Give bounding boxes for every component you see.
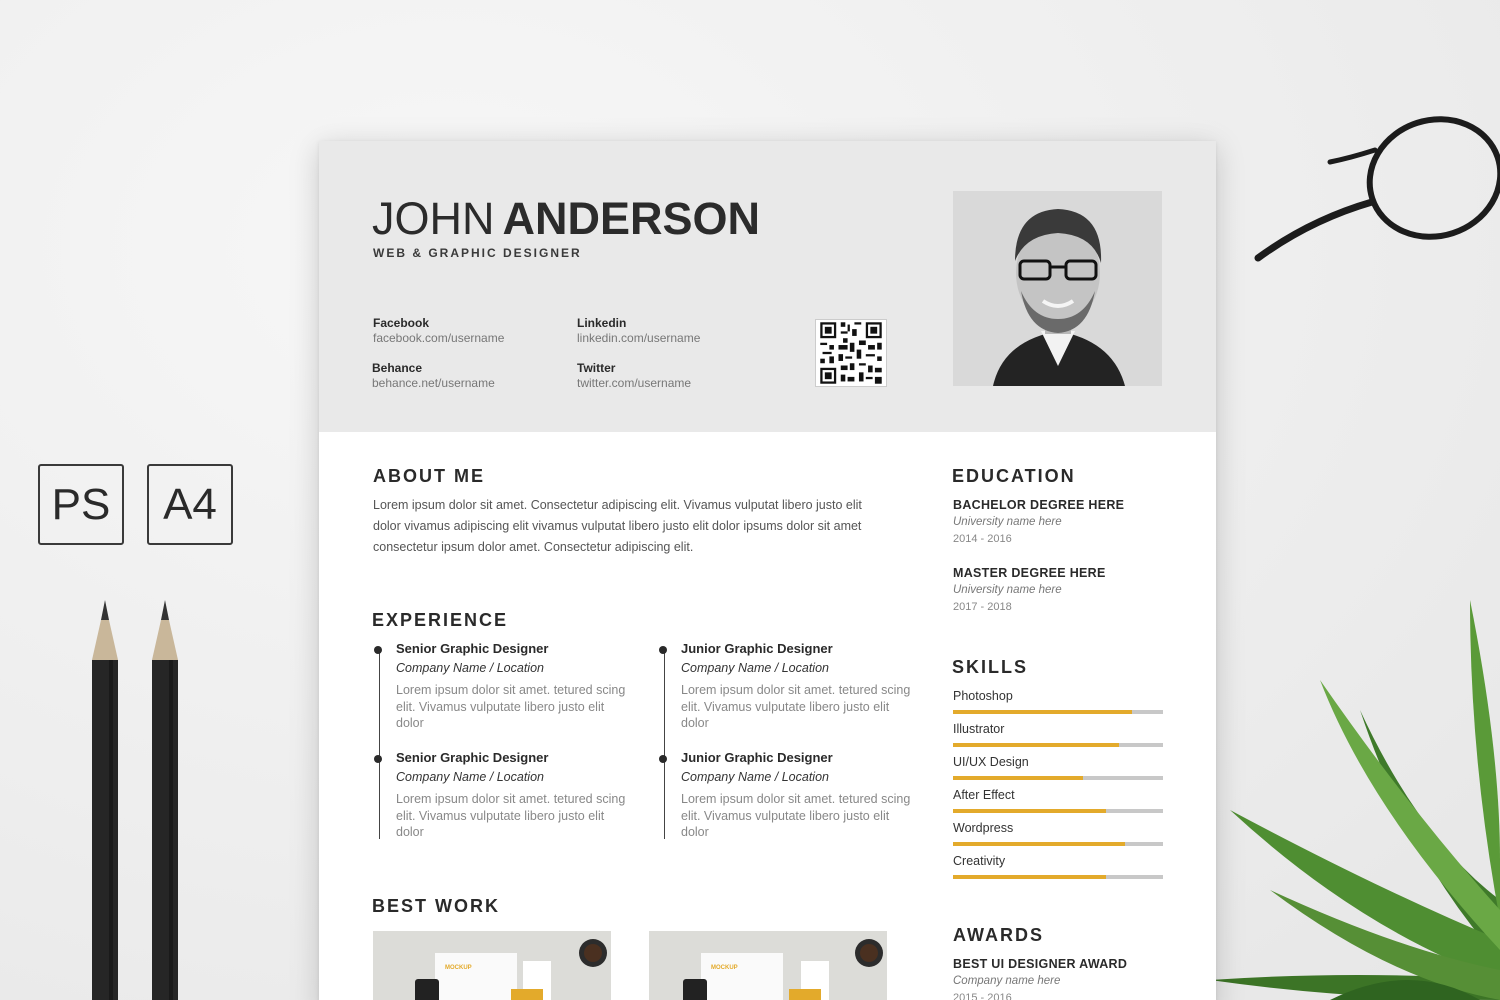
timeline-line	[379, 647, 380, 839]
glasses-icon	[1254, 116, 1500, 262]
ps-badge: PS	[38, 464, 124, 545]
experience-role: Senior Graphic Designer	[396, 750, 549, 765]
contact-label: Facebook	[373, 316, 430, 330]
pencil-icon	[92, 600, 118, 1000]
qr-code-icon	[815, 319, 887, 387]
skill-name: Creativity	[953, 854, 1006, 868]
skill-name: After Effect	[953, 788, 1015, 802]
skill-name: Photoshop	[953, 689, 1013, 703]
experience-item: Senior Graphic Designer Company Name / L…	[374, 641, 626, 732]
education-university: University name here	[953, 584, 1062, 596]
skill-name: UI/UX Design	[953, 755, 1029, 769]
contact-behance: Behance behance.net/username	[372, 361, 572, 390]
skill-bar-track	[953, 743, 1163, 747]
education-title: EDUCATION	[952, 466, 1076, 486]
timeline-line	[664, 647, 665, 839]
skill-name: Illustrator	[953, 722, 1005, 736]
education-university: University name here	[953, 516, 1062, 528]
contact-value: twitter.com/username	[577, 376, 692, 390]
education-degree: BACHELOR DEGREE HERE	[953, 498, 1125, 512]
profile-photo	[953, 191, 1162, 386]
experience-company: Company Name / Location	[681, 661, 829, 675]
ps-badge-label: PS	[51, 479, 111, 529]
award-name: BEST UI DESIGNER AWARD	[953, 957, 1128, 971]
skill-item: Photoshop	[953, 689, 1163, 714]
award-item: BEST UI DESIGNER AWARD Company name here…	[953, 957, 1127, 1000]
first-name: JOHN	[372, 193, 495, 244]
skill-bar-track	[953, 710, 1163, 714]
mockup-label: MOCKUP	[445, 965, 472, 971]
a4-badge: A4	[147, 464, 233, 545]
skill-bar-track	[953, 875, 1163, 879]
plant-icon	[1210, 600, 1500, 1000]
resume-page: JOHN ANDERSON WEB & GRAPHIC DESIGNER Face…	[319, 141, 1216, 1000]
experience-desc: Lorem ipsum dolor sit amet. tetured scin…	[396, 683, 626, 730]
experience-item: Junior Graphic Designer Company Name / L…	[659, 750, 911, 841]
experience-role: Junior Graphic Designer	[681, 750, 833, 765]
education-degree: MASTER DEGREE HERE	[953, 566, 1106, 580]
experience-company: Company Name / Location	[396, 661, 544, 675]
a4-badge-label: A4	[163, 479, 217, 529]
contact-facebook: Facebook facebook.com/username	[373, 316, 573, 345]
skills-title: SKILLS	[952, 657, 1029, 677]
candidate-name: JOHN ANDERSON	[372, 193, 760, 245]
skill-item: Wordpress	[953, 821, 1163, 846]
experience-desc: Lorem ipsum dolor sit amet. tetured scin…	[681, 683, 911, 730]
about-text: Lorem ipsum dolor sit amet. Consectetur …	[373, 498, 862, 554]
contact-label: Linkedin	[577, 316, 627, 330]
timeline-dot	[659, 646, 667, 654]
mockup-image: MOCKUP	[373, 931, 611, 1000]
skill-bar-track	[953, 842, 1163, 846]
contact-linkedin: Linkedin linkedin.com/username	[577, 316, 777, 345]
skill-item: Creativity	[953, 854, 1163, 879]
award-years: 2015 - 2016	[953, 992, 1012, 1000]
timeline-dot	[659, 755, 667, 763]
work-thumbnail: MOCKUP	[649, 931, 887, 1000]
education-item: BACHELOR DEGREE HERE University name her…	[953, 498, 1124, 545]
job-title: WEB & GRAPHIC DESIGNER	[373, 246, 582, 260]
experience-desc: Lorem ipsum dolor sit amet. tetured scin…	[681, 792, 911, 839]
skill-bar-track	[953, 776, 1163, 780]
experience-desc: Lorem ipsum dolor sit amet. tetured scin…	[396, 792, 626, 839]
education-years: 2014 - 2016	[953, 533, 1012, 545]
contact-value: linkedin.com/username	[577, 331, 701, 345]
skill-item: After Effect	[953, 788, 1163, 813]
mockup-image: MOCKUP	[649, 931, 887, 1000]
skill-name: Wordpress	[953, 821, 1014, 835]
last-name: ANDERSON	[502, 193, 761, 244]
experience-company: Company Name / Location	[681, 770, 829, 784]
timeline-dot	[374, 646, 382, 654]
experience-title: EXPERIENCE	[372, 610, 509, 630]
experience-company: Company Name / Location	[396, 770, 544, 784]
pencil-icon	[152, 600, 178, 1000]
education-item: MASTER DEGREE HERE University name here …	[953, 566, 1106, 613]
skill-bar-fill	[953, 710, 1132, 714]
work-thumbnail: MOCKUP	[373, 931, 611, 1000]
contact-value: behance.net/username	[372, 376, 495, 390]
skill-bar-fill	[953, 809, 1107, 813]
about-title: ABOUT ME	[373, 466, 485, 486]
skill-item: UI/UX Design	[953, 755, 1163, 780]
best-work-title: BEST WORK	[372, 896, 500, 916]
contact-twitter: Twitter twitter.com/username	[577, 361, 777, 390]
skill-bar-fill	[953, 842, 1126, 846]
experience-role: Senior Graphic Designer	[396, 641, 549, 656]
skill-item: Illustrator	[953, 722, 1163, 747]
awards-title: AWARDS	[953, 925, 1045, 945]
resume-header: JOHN ANDERSON WEB & GRAPHIC DESIGNER Face…	[319, 141, 1216, 432]
contact-value: facebook.com/username	[373, 331, 505, 345]
experience-role: Junior Graphic Designer	[681, 641, 833, 656]
contact-label: Twitter	[577, 361, 616, 375]
award-company: Company name here	[953, 975, 1061, 987]
mockup-label: MOCKUP	[711, 965, 738, 971]
education-years: 2017 - 2018	[953, 601, 1012, 613]
contact-label: Behance	[372, 361, 423, 375]
skill-bar-fill	[953, 743, 1119, 747]
skill-bar-track	[953, 809, 1163, 813]
skill-bar-fill	[953, 875, 1107, 879]
experience-item: Senior Graphic Designer Company Name / L…	[374, 750, 626, 841]
timeline-dot	[374, 755, 382, 763]
experience-item: Junior Graphic Designer Company Name / L…	[659, 641, 911, 732]
skill-bar-fill	[953, 776, 1084, 780]
